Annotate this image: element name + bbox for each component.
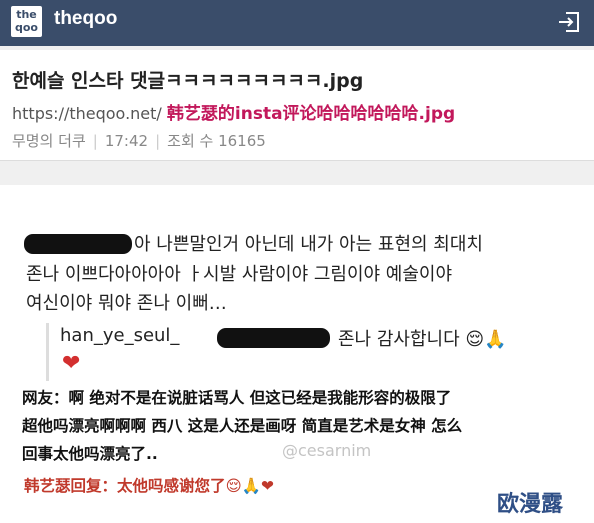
login-arrow-icon [559,12,579,32]
caption-reply: 韩艺瑟回复：太他吗感谢您了😌🙏❤ [24,477,274,495]
brand-name[interactable]: theqoo [54,8,117,30]
redacted-username [24,234,132,254]
heart-icon: ❤ [62,351,81,376]
post-url-row: https://theqoo.net/ 韩艺瑟的insta评论哈哈哈哈哈哈.jp… [12,99,455,124]
logo-text-top: the [16,8,37,21]
comment-line-3: 여신이야 뭐야 존나 이뻐… [26,293,227,314]
app-bar: the qoo theqoo [0,0,594,46]
meta-divider: | [92,132,98,150]
caption-line-1: 网友：啊 绝对不是在说脏话骂人 但这已经是我能形容的极限了 [22,389,452,407]
post-url[interactable]: https://theqoo.net/ [12,104,162,123]
caption-line-3: 回事太他吗漂亮了.. [22,445,158,463]
comment-line-2: 존나 이쁘다아아아아 ㅏ시발 사람이야 그림이야 예술이야 [26,264,453,285]
redacted-mention [217,328,330,348]
post-time: 17:42 [104,132,149,150]
watermark-username: @cesarnim [282,441,372,460]
post-header: 한예슬 인스타 댓글ㅋㅋㅋㅋㅋㅋㅋㅋㅋ.jpg https://theqoo.n… [0,50,594,161]
reply-text: 존나 감사합니다 😌🙏 [338,329,507,350]
reply-line: han_ye_seul_ [60,325,179,346]
post-meta: 무명의 더쿠 | 17:42 | 조회 수 16165 [12,130,266,151]
comment-line-1: 아 나쁜말인거 아닌데 내가 아는 표현의 최대치 [134,234,483,255]
post-body: 아 나쁜말인거 아닌데 내가 아는 표현의 최대치 존나 이쁘다아아아아 ㅏ시발… [0,185,594,523]
post-title: 한예슬 인스타 댓글ㅋㅋㅋㅋㅋㅋㅋㅋㅋ.jpg [12,70,364,92]
watermark-site: 欧漫露 [497,492,564,517]
caption-line-2: 超他吗漂亮啊啊啊 西八 这是人还是画呀 简直是艺术是女神 怎么 [22,417,463,435]
reply-username[interactable]: han_ye_seul_ [60,325,179,346]
theqoo-logo[interactable]: the qoo [11,6,42,37]
post-author: 무명의 더쿠 [12,132,86,150]
login-icon[interactable] [556,9,582,35]
overlay-translated-title: 韩艺瑟的insta评论哈哈哈哈哈哈.jpg [166,104,456,124]
meta-divider: | [155,132,161,150]
post-views: 조회 수 16165 [167,132,266,150]
logo-text-bottom: qoo [15,21,38,34]
reply-indent-bar [46,323,49,381]
